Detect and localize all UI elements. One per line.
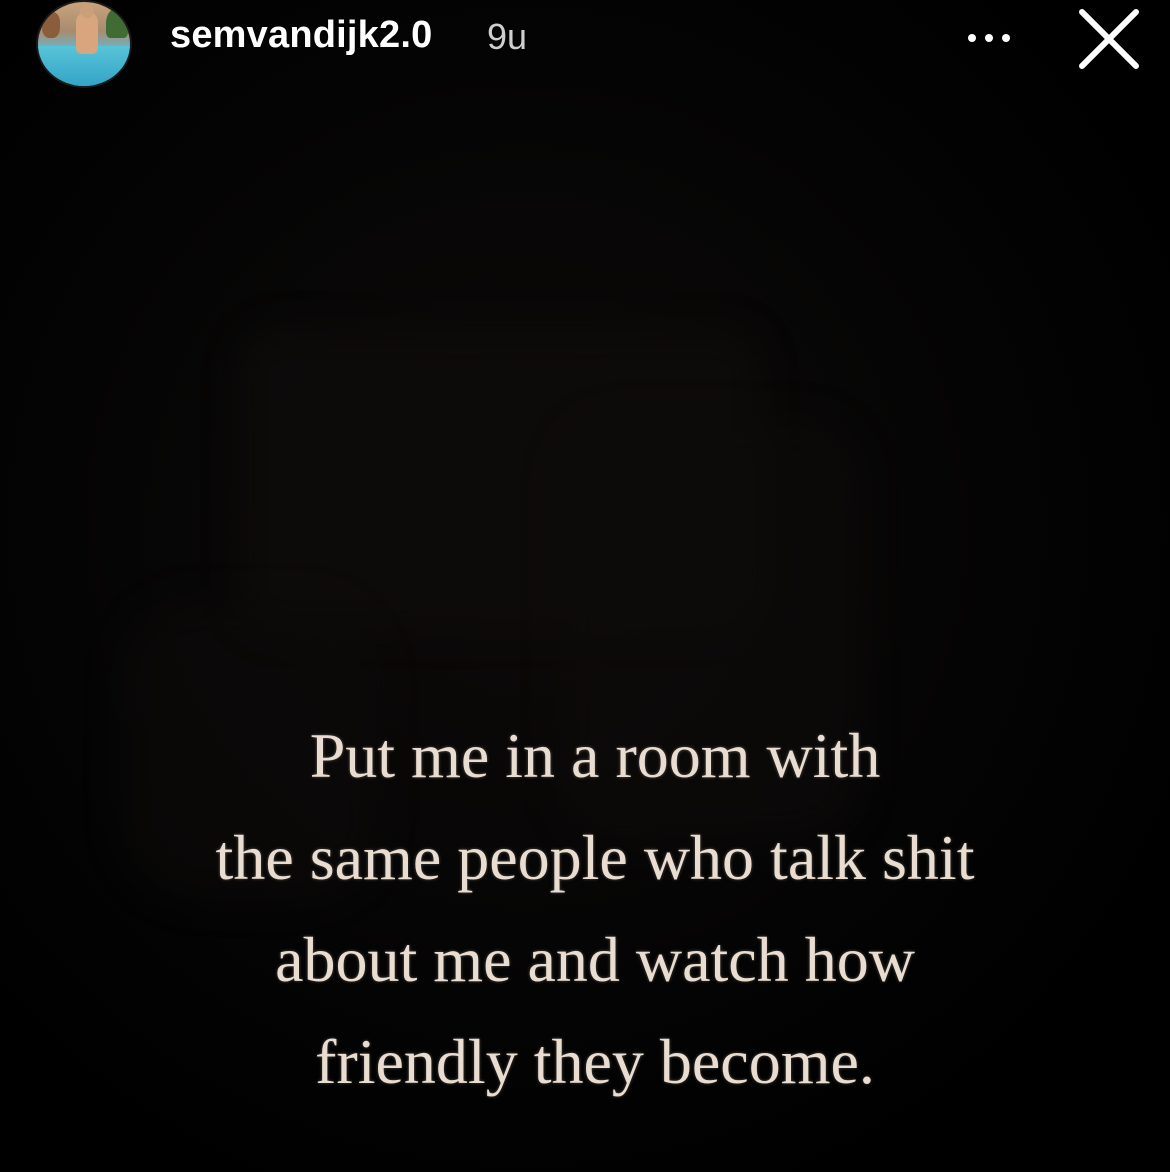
username[interactable]: semvandijk2.0 xyxy=(170,14,432,57)
more-options-button[interactable] xyxy=(960,18,1020,58)
avatar-plant xyxy=(106,8,128,38)
quote-line: Put me in a room with xyxy=(309,720,881,791)
story-header: semvandijk2.0 9u xyxy=(0,0,1170,90)
close-icon xyxy=(1079,9,1139,69)
quote-line: about me and watch how xyxy=(275,924,915,995)
quote-line: friendly they become. xyxy=(315,1026,875,1097)
more-horizontal-icon xyxy=(968,34,1010,42)
close-button[interactable] xyxy=(1072,4,1144,76)
avatar-person xyxy=(76,12,98,54)
post-time: 9u xyxy=(487,16,528,57)
quote-line: the same people who talk shit xyxy=(215,822,975,893)
avatar-decoration xyxy=(42,12,60,38)
avatar-person-head xyxy=(80,4,94,18)
profile-avatar[interactable] xyxy=(36,0,132,88)
story-viewer[interactable]: semvandijk2.0 9u Put me in a room with t… xyxy=(0,0,1170,1172)
story-quote: Put me in a room with the same people wh… xyxy=(60,705,1130,1113)
